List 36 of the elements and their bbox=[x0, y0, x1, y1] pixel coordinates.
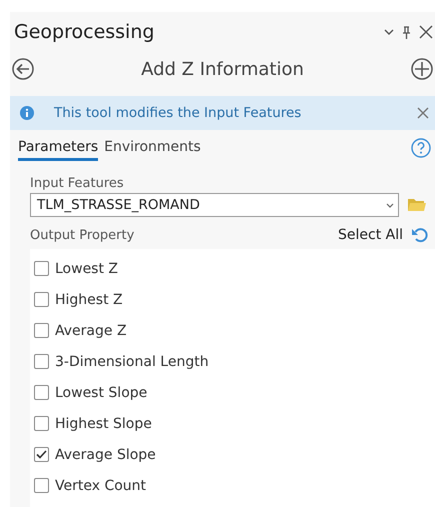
checkbox[interactable] bbox=[34, 261, 49, 276]
field-label: Output Property bbox=[30, 228, 134, 242]
select-all-link[interactable]: Select All bbox=[338, 227, 403, 243]
add-icon[interactable] bbox=[411, 58, 433, 80]
tab[interactable]: Environments bbox=[104, 135, 201, 161]
help-icon[interactable] bbox=[411, 138, 431, 158]
chevron-down-icon[interactable] bbox=[384, 29, 394, 35]
option-label: Highest Z bbox=[55, 292, 123, 308]
close-icon[interactable] bbox=[417, 107, 429, 119]
back-icon[interactable] bbox=[12, 58, 34, 80]
checkbox[interactable] bbox=[34, 323, 49, 338]
checkbox[interactable] bbox=[34, 385, 49, 400]
option-label: Average Slope bbox=[55, 446, 156, 462]
info-icon bbox=[20, 106, 34, 120]
chevron-down-icon bbox=[386, 202, 394, 208]
option-label: Lowest Slope bbox=[55, 384, 148, 400]
pane-title: Geoprocessing bbox=[14, 21, 156, 43]
close-icon[interactable] bbox=[419, 25, 433, 39]
option-label: Vertex Count bbox=[55, 478, 146, 494]
undo-icon[interactable] bbox=[411, 227, 429, 243]
folder-icon[interactable] bbox=[407, 197, 427, 213]
checkbox[interactable] bbox=[34, 447, 49, 462]
checkbox[interactable] bbox=[34, 416, 49, 431]
option-label: Average Z bbox=[55, 322, 127, 338]
option-label: 3-Dimensional Length bbox=[55, 354, 209, 370]
banner-message: This tool modifies the Input Features bbox=[54, 105, 302, 121]
pin-icon[interactable] bbox=[402, 26, 411, 38]
checkbox[interactable] bbox=[34, 354, 49, 369]
tab[interactable]: Parameters bbox=[18, 135, 98, 161]
field-label: Input Features bbox=[30, 176, 125, 191]
tool-title: Add Z Information bbox=[140, 58, 305, 80]
option-label: Highest Slope bbox=[55, 416, 152, 432]
checkbox[interactable] bbox=[34, 292, 49, 307]
input-features-dropdown[interactable]: TLM_STRASSE_ROMAND bbox=[30, 193, 399, 217]
checkbox[interactable] bbox=[34, 478, 49, 493]
option-label: Lowest Z bbox=[55, 260, 118, 276]
